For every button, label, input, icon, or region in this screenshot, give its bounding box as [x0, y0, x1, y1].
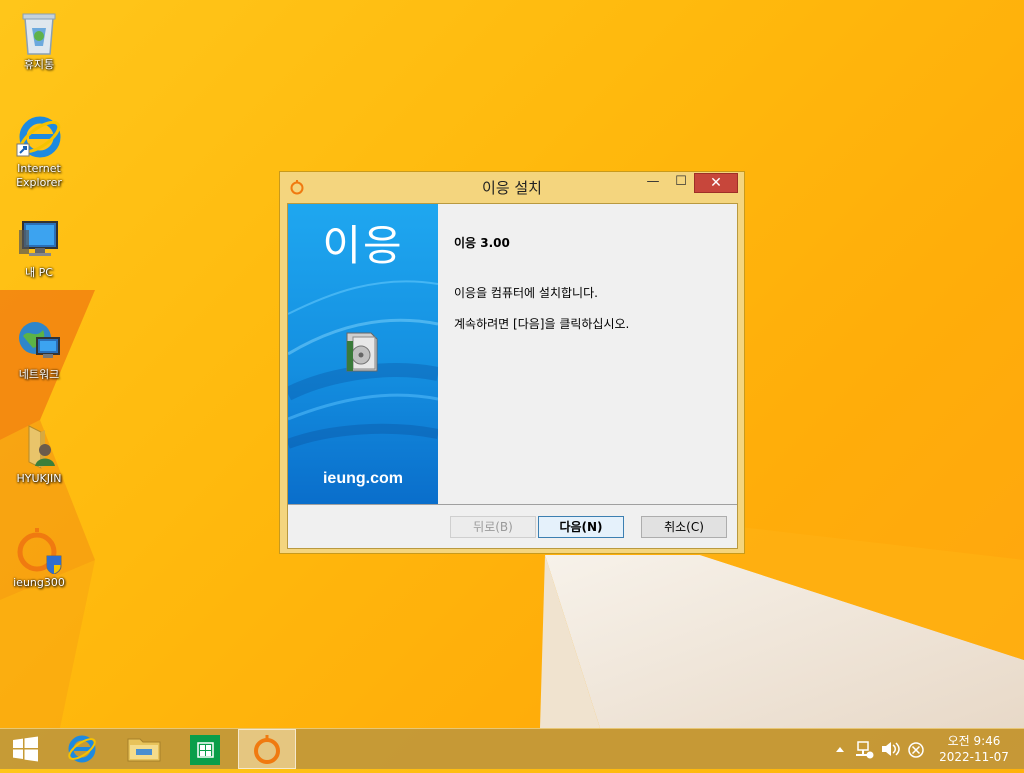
desktop-icon-internet-explorer[interactable]: Internet Explorer — [1, 112, 77, 190]
user-folder-icon — [15, 422, 63, 470]
title-bar[interactable]: 이응 설치 — ☐ ✕ — [280, 172, 744, 202]
installer-client-area: 이응 ieung.com 이응 3.00 이응을 컴퓨터에 설치합니다. 계속하… — [287, 203, 738, 549]
installer-banner: 이응 ieung.com — [288, 204, 438, 504]
ieung-logo-icon — [254, 735, 280, 764]
desktop-icon-recycle-bin[interactable]: 휴지통 — [1, 8, 77, 72]
start-button[interactable] — [0, 729, 52, 769]
network-status-icon — [856, 741, 874, 759]
cancel-button[interactable]: 취소(C) — [641, 516, 727, 538]
install-description: 이응을 컴퓨터에 설치합니다. — [454, 286, 598, 300]
store-icon — [190, 735, 220, 765]
network-icon — [15, 318, 63, 366]
back-button[interactable]: 뒤로(B) — [450, 516, 536, 538]
close-button[interactable]: ✕ — [694, 173, 738, 193]
next-button[interactable]: 다음(N) — [538, 516, 624, 538]
taskbar-store[interactable] — [180, 729, 232, 769]
software-box-icon — [341, 329, 383, 373]
banner-title: 이응 — [322, 221, 404, 270]
recycle-bin-icon — [15, 8, 63, 56]
show-hidden-icons-icon — [836, 747, 844, 752]
desktop-icon-ieung-setup[interactable]: ieung300 — [1, 526, 77, 590]
desktop-icon-network[interactable]: 네트워크 — [1, 318, 77, 382]
volume-icon — [882, 742, 900, 756]
button-separator — [288, 504, 737, 505]
folder-icon — [127, 738, 161, 762]
desktop-icon-user-folder[interactable]: HYUKJIN — [1, 422, 77, 486]
taskbar: 오전 9:46 2022-11-07 — [0, 728, 1024, 769]
computer-icon — [15, 216, 63, 264]
desktop-icon-label: ieung300 — [13, 576, 65, 589]
internet-explorer-icon — [68, 735, 96, 763]
desktop-icon-label: Internet Explorer — [16, 162, 62, 189]
banner-url: ieung.com — [322, 470, 403, 487]
continue-instruction: 계속하려면 [다음]을 클릭하십시오. — [454, 317, 630, 331]
desktop-icon-label: 휴지통 — [23, 58, 55, 71]
minimize-button[interactable]: — — [640, 173, 666, 193]
clock-time: 오전 9:46 — [947, 734, 1001, 748]
maximize-button[interactable]: ☐ — [668, 173, 694, 193]
taskbar-file-explorer[interactable] — [118, 729, 170, 769]
desktop-icon-my-pc[interactable]: 내 PC — [1, 216, 77, 280]
taskbar-clock[interactable]: 오전 9:46 2022-11-07 — [934, 733, 1014, 765]
taskbar-ieung-installer[interactable] — [238, 729, 296, 769]
ieung-setup-icon — [15, 526, 63, 575]
system-tray — [830, 729, 930, 769]
taskbar-internet-explorer[interactable] — [56, 729, 108, 769]
installer-window[interactable]: 이응 설치 — ☐ ✕ 이응 ieung.com 이응 3.00 이응을 컴퓨터… — [279, 171, 745, 554]
installer-content: 이응 3.00 이응을 컴퓨터에 설치합니다. 계속하려면 [다음]을 클릭하십… — [454, 204, 734, 504]
internet-explorer-icon — [15, 112, 63, 160]
desktop-icon-label: 네트워크 — [18, 368, 60, 381]
clock-date: 2022-11-07 — [939, 750, 1009, 764]
action-center-error-icon — [908, 742, 924, 758]
product-version-heading: 이응 3.00 — [454, 236, 510, 250]
windows-logo-icon — [13, 736, 38, 762]
desktop-icon-label: HYUKJIN — [16, 472, 62, 485]
desktop-icon-label: 내 PC — [25, 266, 53, 279]
